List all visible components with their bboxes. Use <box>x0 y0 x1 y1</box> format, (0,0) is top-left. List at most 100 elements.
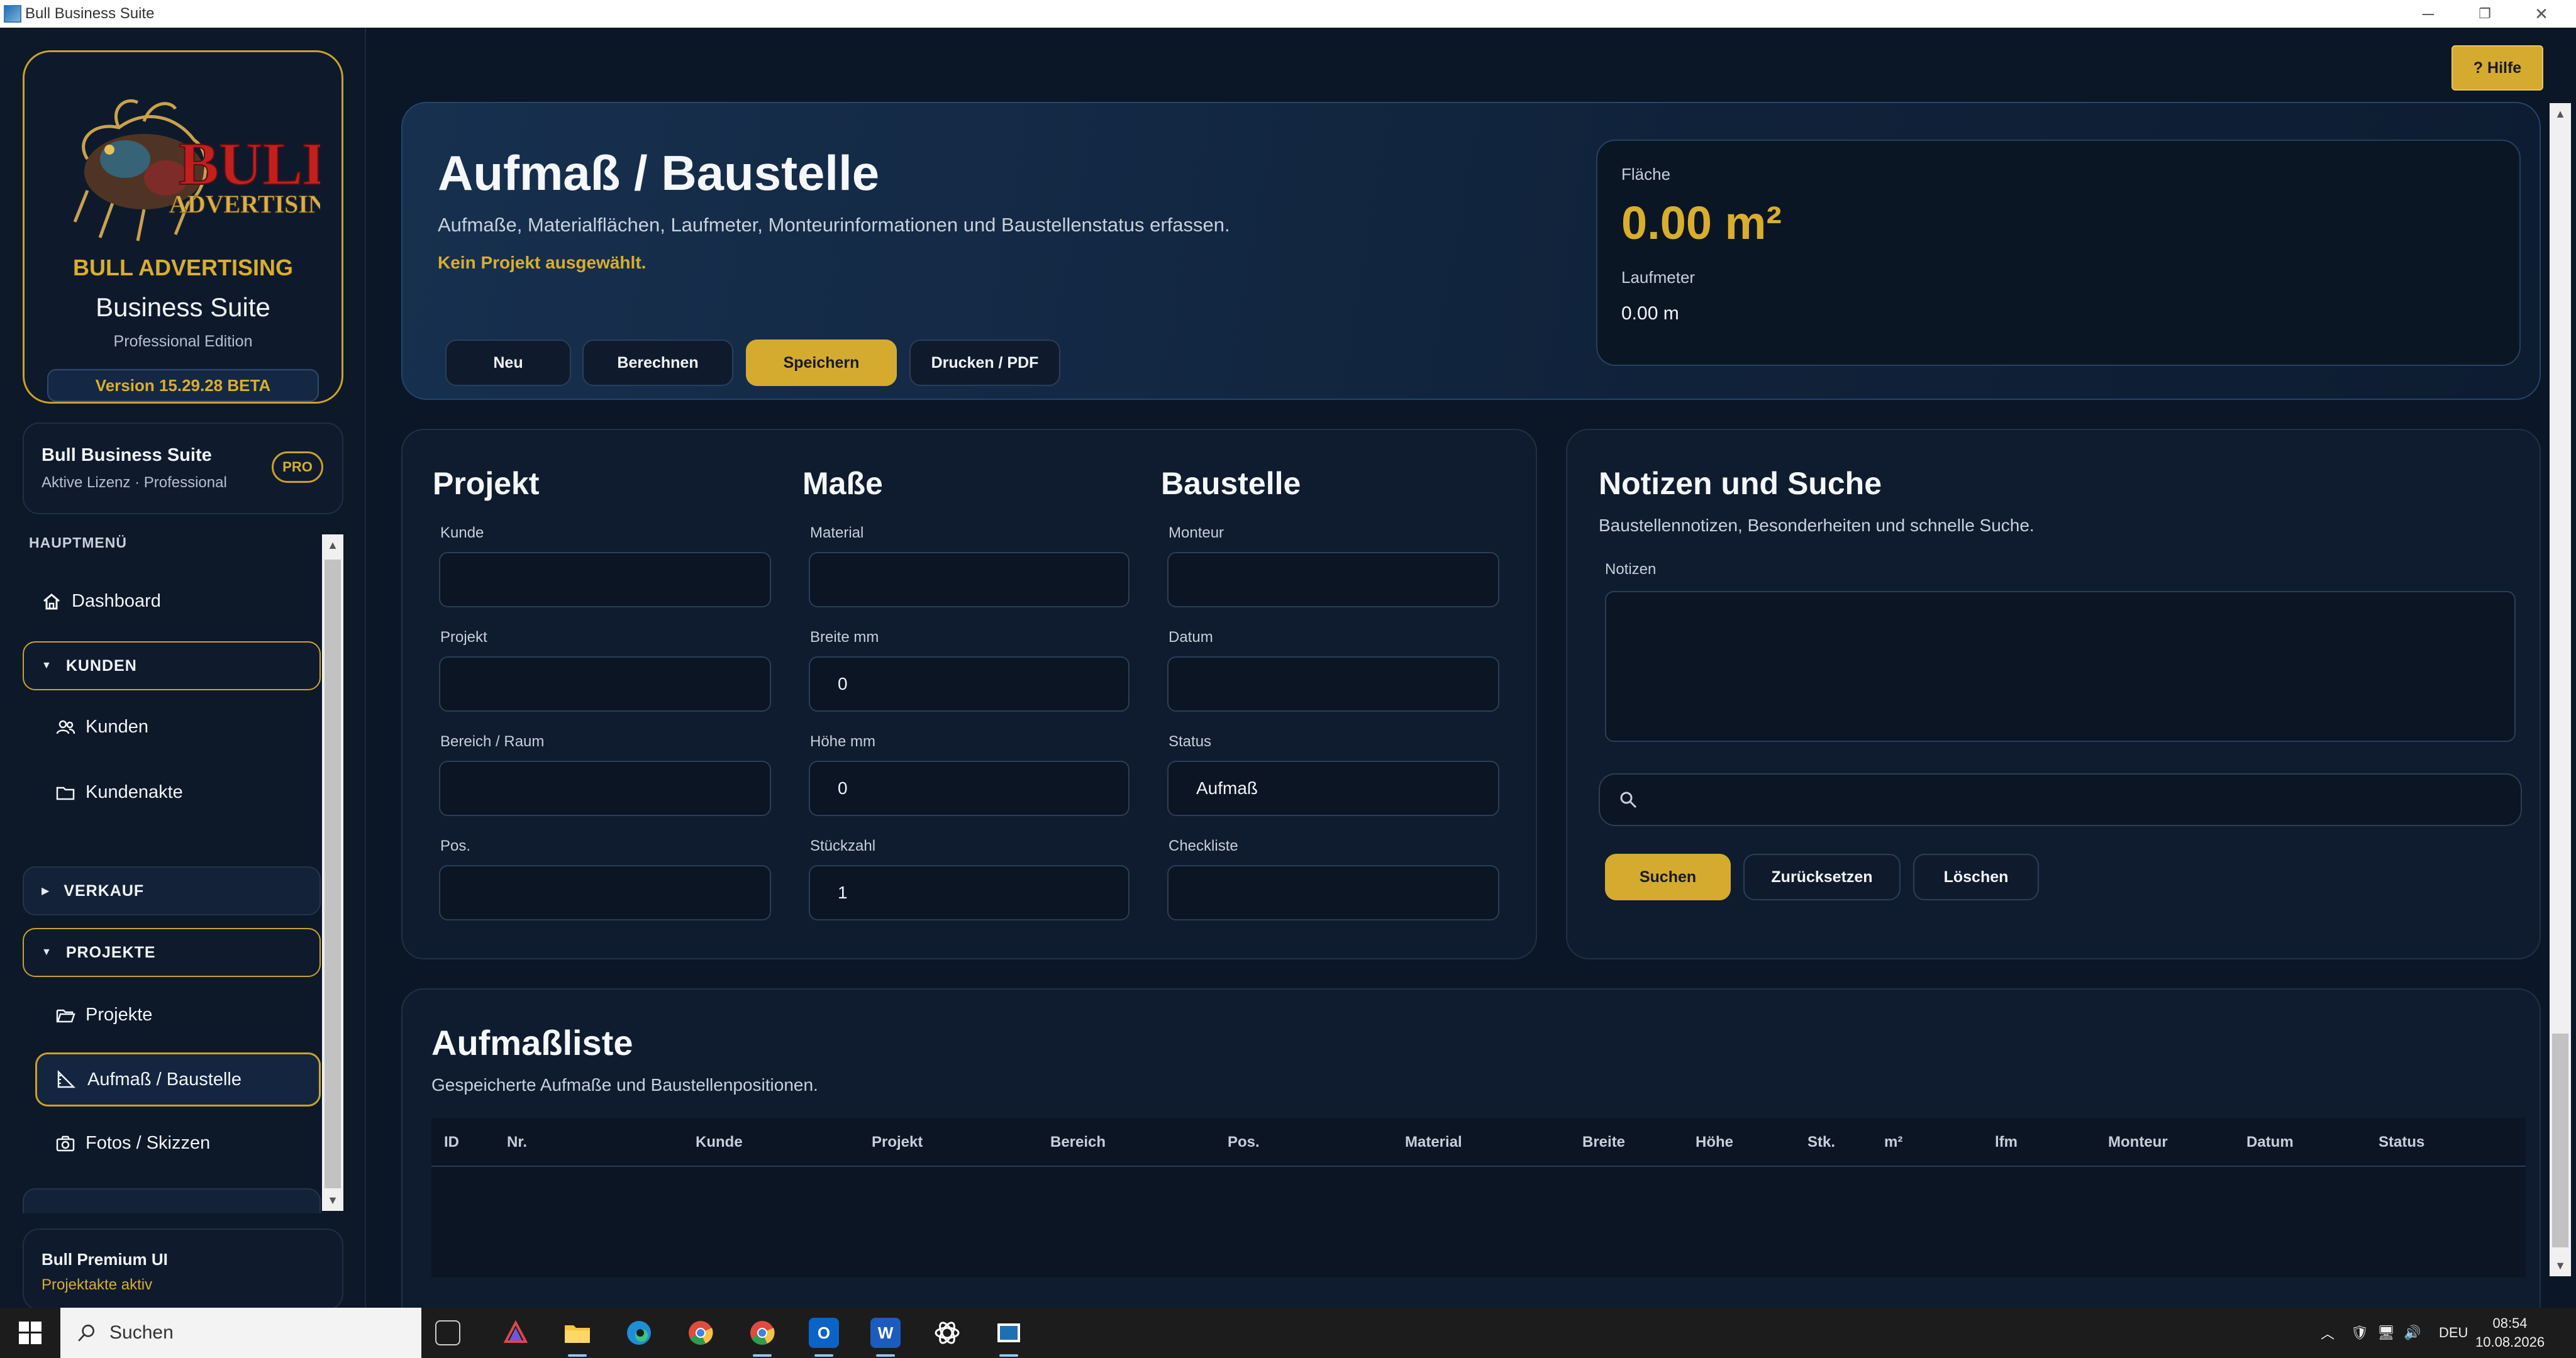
column-header[interactable]: Material <box>1405 1118 1462 1167</box>
checkliste-input[interactable] <box>1167 865 1499 920</box>
column-header[interactable]: Monteur <box>2108 1118 2168 1167</box>
list-subtitle: Gespeicherte Aufmaße und Baustellenposit… <box>431 1075 818 1095</box>
chrome-icon[interactable] <box>686 1318 716 1348</box>
scroll-down-icon[interactable]: ▼ <box>2550 1255 2571 1276</box>
notes-subtitle: Baustellennotizen, Besonderheiten und sc… <box>1599 516 2035 535</box>
kunde-label: Kunde <box>440 524 484 541</box>
taskbar-search[interactable]: Suchen <box>60 1308 421 1358</box>
sidebar-section-kunden[interactable]: ▼ KUNDEN <box>23 641 321 690</box>
section-label: KUNDEN <box>65 656 137 675</box>
sidebar-section-projekte[interactable]: ▼ PROJEKTE <box>23 928 321 977</box>
logo-word-bull: BULL <box>179 130 320 197</box>
app-triangle-icon[interactable] <box>501 1318 531 1348</box>
file-explorer-icon[interactable] <box>562 1318 592 1348</box>
sidebar-section-partial[interactable] <box>23 1188 321 1213</box>
sidebar-item-kunden[interactable]: Kunden <box>55 717 148 737</box>
print-pdf-button[interactable]: Drucken / PDF <box>909 340 1060 386</box>
projekt-input[interactable] <box>439 656 771 712</box>
app-icon <box>4 5 21 23</box>
sidebar-item-dashboard[interactable]: Dashboard <box>42 591 161 612</box>
column-header[interactable]: ID <box>444 1118 459 1167</box>
sidebar-item-label: Fotos / Skizzen <box>86 1133 211 1153</box>
sidebar-item-projekte[interactable]: Projekte <box>55 1005 152 1025</box>
column-header[interactable]: Status <box>2379 1118 2424 1167</box>
sidebar-item-aufmass[interactable]: Aufmaß / Baustelle <box>35 1052 321 1107</box>
running-indicator <box>753 1354 772 1357</box>
column-header[interactable]: Projekt <box>872 1118 923 1167</box>
tray-language[interactable]: DEU <box>2439 1308 2468 1358</box>
chrome-profile-icon[interactable] <box>747 1318 777 1348</box>
bull-suite-taskbar-icon[interactable] <box>994 1318 1024 1348</box>
sidebar-item-label: Kunden <box>86 717 148 737</box>
column-header[interactable]: m² <box>1884 1118 1902 1167</box>
scrollbar-thumb[interactable] <box>325 560 341 1188</box>
checkliste-label: Checkliste <box>1169 837 1238 854</box>
chatgpt-icon[interactable] <box>932 1318 962 1348</box>
pos-input[interactable] <box>439 865 771 920</box>
hoehe-input[interactable]: 0 <box>809 761 1130 816</box>
projekt-heading: Projekt <box>433 466 540 501</box>
column-header[interactable]: Höhe <box>1696 1118 1733 1167</box>
running-meter-value: 0.00 m <box>1621 303 1679 324</box>
datum-input[interactable] <box>1167 656 1499 712</box>
windows-start-icon[interactable] <box>19 1322 42 1344</box>
suite-name: Business Suite <box>96 292 270 322</box>
running-indicator <box>814 1354 833 1357</box>
save-button[interactable]: Speichern <box>746 340 897 386</box>
menu-heading: HAUPTMENÜ <box>29 534 127 551</box>
window-title: Bull Business Suite <box>25 5 155 22</box>
column-header[interactable]: Pos. <box>1228 1118 1260 1167</box>
main-scrollbar[interactable]: ▲ ▼ <box>2550 103 2571 1276</box>
scrollbar-thumb[interactable] <box>2552 1034 2568 1247</box>
column-header[interactable]: Bereich <box>1050 1118 1106 1167</box>
tray-security-icon[interactable]: 🛡 <box>2351 1308 2368 1358</box>
sidebar-item-fotos[interactable]: Fotos / Skizzen <box>55 1133 210 1154</box>
table-body[interactable] <box>431 1167 2526 1278</box>
status-select[interactable]: Aufmaß <box>1167 761 1499 816</box>
search-input[interactable] <box>1599 773 2522 826</box>
close-button[interactable]: ✕ <box>2513 0 2570 28</box>
section-label: PROJEKTE <box>65 943 156 961</box>
column-header[interactable]: Kunde <box>696 1118 743 1167</box>
tray-volume-icon[interactable]: 🔊 <box>2404 1308 2421 1358</box>
minimize-button[interactable]: ─ <box>2400 0 2457 28</box>
restore-button[interactable]: ❐ <box>2457 0 2513 28</box>
sidebar-section-verkauf[interactable]: ▶ VERKAUF <box>23 866 321 915</box>
column-header[interactable]: Nr. <box>507 1118 527 1167</box>
column-header[interactable]: lfm <box>1995 1118 2018 1167</box>
column-header[interactable]: Breite <box>1582 1118 1625 1167</box>
clock-time: 08:54 <box>2492 1315 2528 1331</box>
scroll-up-icon[interactable]: ▲ <box>2550 103 2571 124</box>
scroll-up-icon[interactable]: ▲ <box>322 534 343 556</box>
material-input[interactable] <box>809 552 1130 607</box>
reset-button[interactable]: Zurücksetzen <box>1743 854 1901 900</box>
tray-chevron-up-icon[interactable]: ︿ <box>2321 1308 2334 1358</box>
taskbar-clock[interactable]: 08:54 10.08.2026 <box>2475 1314 2545 1352</box>
bereich-input[interactable] <box>439 761 771 816</box>
monteur-input[interactable] <box>1167 552 1499 607</box>
stueckzahl-input[interactable]: 1 <box>809 865 1130 920</box>
delete-button[interactable]: Löschen <box>1913 854 2039 900</box>
help-button[interactable]: ? Hilfe <box>2451 45 2543 91</box>
notes-textarea[interactable] <box>1605 591 2516 742</box>
license-subtitle: Aktive Lizenz · Professional <box>42 474 227 491</box>
sidebar-item-label: Dashboard <box>72 591 161 611</box>
column-header[interactable]: Stk. <box>1807 1118 1835 1167</box>
outlook-icon[interactable]: O <box>809 1318 839 1348</box>
tray-network-icon[interactable]: 🖥 <box>2377 1308 2395 1358</box>
column-header[interactable]: Datum <box>2246 1118 2294 1167</box>
hero-panel: Aufmaß / Baustelle Aufmaße, Materialfläc… <box>401 102 2541 400</box>
chevron-right-icon: ▶ <box>42 886 50 897</box>
breite-input[interactable]: 0 <box>809 656 1130 712</box>
sidebar-scrollbar[interactable]: ▲ ▼ <box>322 534 343 1211</box>
new-button[interactable]: Neu <box>445 340 571 386</box>
scroll-down-icon[interactable]: ▼ <box>322 1190 343 1211</box>
word-icon[interactable]: W <box>870 1318 901 1348</box>
task-view-icon[interactable] <box>435 1320 460 1345</box>
edge-browser-icon[interactable] <box>624 1318 654 1348</box>
kunde-input[interactable] <box>439 552 771 607</box>
search-button[interactable]: Suchen <box>1605 854 1731 900</box>
sidebar-item-kundenakte[interactable]: Kundenakte <box>55 782 183 803</box>
calculate-button[interactable]: Berechnen <box>582 340 733 386</box>
logo-word-advertising: ADVERTISING <box>169 190 320 218</box>
